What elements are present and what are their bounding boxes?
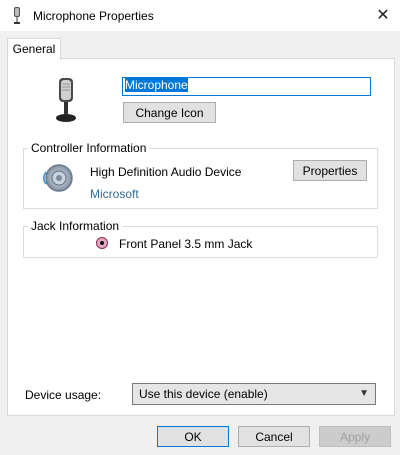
- change-icon-button[interactable]: Change Icon: [123, 102, 216, 123]
- properties-button[interactable]: Properties: [293, 160, 367, 181]
- controller-device-name: High Definition Audio Device: [90, 165, 242, 179]
- speaker-icon: [43, 164, 73, 192]
- ok-button[interactable]: OK: [157, 426, 229, 447]
- jack-color-icon: [96, 237, 108, 249]
- device-name-field[interactable]: Microphone: [122, 77, 371, 96]
- microphone-icon: [14, 7, 20, 24]
- device-usage-dropdown[interactable]: Use this device (enable) ▼: [132, 383, 376, 405]
- jack-description: Front Panel 3.5 mm Jack: [119, 237, 253, 251]
- device-name-value: Microphone: [125, 78, 188, 92]
- device-usage-value: Use this device (enable): [139, 387, 268, 401]
- chevron-down-icon: ▼: [359, 388, 369, 399]
- jack-information-label: Jack Information: [28, 219, 123, 233]
- apply-button[interactable]: Apply: [319, 426, 391, 447]
- close-button[interactable]: ✕: [372, 6, 394, 26]
- tab-general[interactable]: General: [7, 38, 61, 60]
- device-usage-label: Device usage:: [25, 388, 102, 402]
- window-title: Microphone Properties: [33, 9, 154, 23]
- microphone-device-icon: [56, 78, 76, 122]
- cancel-button[interactable]: Cancel: [238, 426, 310, 447]
- controller-information-label: Controller Information: [28, 141, 150, 155]
- controller-vendor-link[interactable]: Microsoft: [90, 187, 139, 201]
- title-bar: Microphone Properties ✕: [0, 0, 400, 31]
